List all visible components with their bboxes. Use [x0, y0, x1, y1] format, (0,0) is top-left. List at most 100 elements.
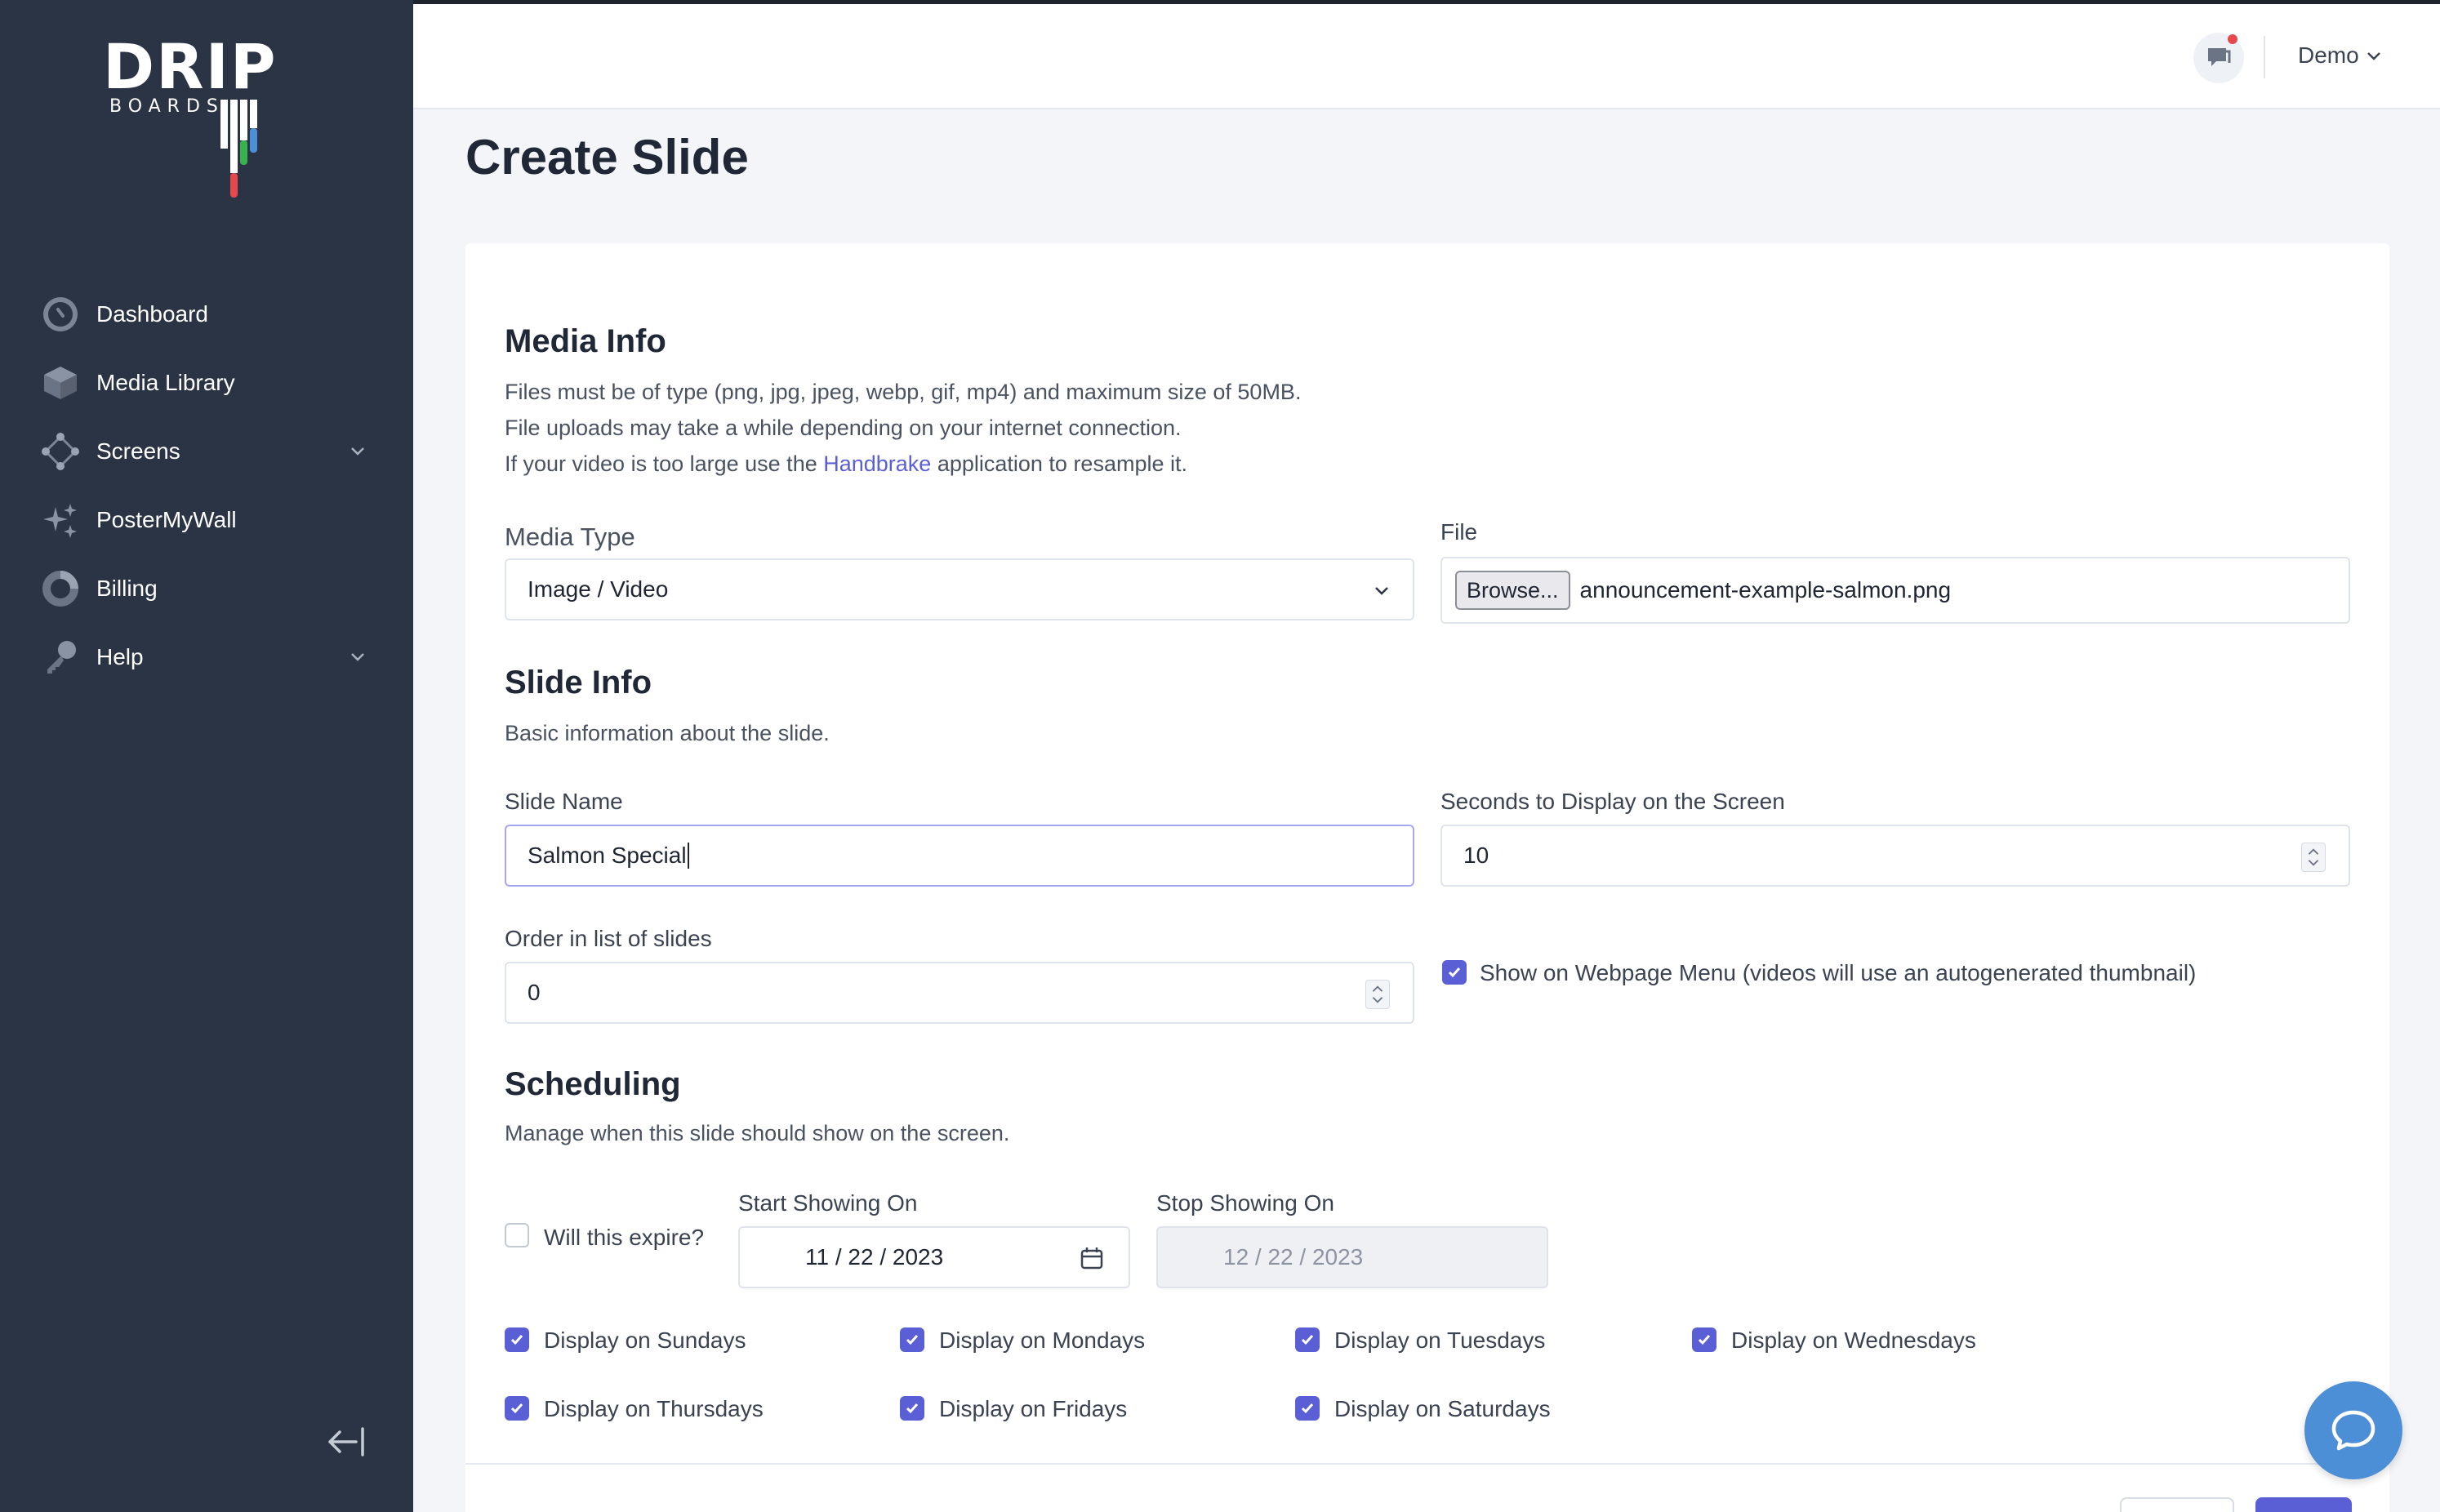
expire-label: Will this expire? — [544, 1225, 705, 1250]
start-date-value: 11 / 22 / 2023 — [805, 1244, 944, 1270]
chat-bubble-icon — [2331, 1410, 2375, 1451]
submit-button[interactable] — [2255, 1497, 2352, 1512]
browse-button[interactable]: Browse... — [1455, 571, 1570, 610]
media-type-select[interactable]: Image / Video — [505, 558, 1414, 620]
sidebar-item-dashboard[interactable]: Dashboard — [0, 280, 413, 349]
show-on-menu-checkbox[interactable] — [1442, 960, 1467, 985]
messages-button[interactable] — [2193, 33, 2244, 83]
user-menu[interactable]: Demo — [2298, 42, 2384, 69]
scheduling-description: Manage when this slide should show on th… — [505, 1121, 1010, 1145]
slide-name-input[interactable]: Salmon Special — [505, 825, 1414, 887]
sparkles-icon — [39, 499, 82, 541]
nodes-icon — [39, 430, 82, 473]
seconds-input[interactable]: 10 — [1440, 825, 2350, 887]
sidebar-item-screens[interactable]: Screens — [0, 417, 413, 486]
sidebar-nav: Dashboard Media Library Screens PosterMy… — [0, 280, 413, 692]
file-types-note: Files must be of type (png, jpg, jpeg, w… — [505, 380, 1302, 404]
resample-note-suffix: application to resample it. — [931, 451, 1187, 476]
chevron-down-icon[interactable] — [348, 442, 367, 461]
donut-chart-icon — [39, 567, 82, 610]
resample-note: If your video is too large use the Handb… — [505, 446, 1301, 482]
monday-label: Display on Mondays — [939, 1327, 1146, 1353]
tuesday-label: Display on Tuesdays — [1334, 1327, 1546, 1353]
order-label: Order in list of slides — [505, 926, 712, 951]
checkmark-icon — [1301, 1335, 1314, 1345]
stop-date-input: 12 / 22 / 2023 — [1156, 1226, 1548, 1288]
checkmark-icon — [906, 1403, 919, 1414]
notification-dot — [2228, 34, 2237, 44]
form-footer-divider — [465, 1463, 2389, 1465]
handbrake-link[interactable]: Handbrake — [823, 451, 931, 476]
selected-file-name: announcement-example-salmon.png — [1579, 577, 1952, 603]
chat-bubble-icon — [2208, 48, 2231, 66]
checkmark-icon — [906, 1335, 919, 1345]
start-date-input[interactable]: 11 / 22 / 2023 — [738, 1226, 1130, 1288]
sidebar-item-label: Billing — [96, 576, 158, 601]
sidebar: DRIP BOARDS Dashboard Media Library Scre… — [0, 0, 413, 1512]
key-icon — [39, 636, 82, 678]
tuesday-checkbox[interactable] — [1295, 1327, 1320, 1352]
file-label: File — [1440, 519, 1478, 545]
order-input[interactable]: 0 — [505, 962, 1414, 1024]
slide-info-description: Basic information about the slide. — [505, 721, 830, 745]
dripboards-logo[interactable]: DRIP BOARDS — [103, 30, 299, 198]
chevron-down-icon — [2367, 52, 2380, 60]
sidebar-item-label: Dashboard — [96, 301, 208, 327]
sidebar-item-label: PosterMyWall — [96, 507, 237, 532]
logo-subtitle: BOARDS — [109, 96, 225, 117]
number-spinner-icon[interactable] — [1365, 980, 1390, 1009]
friday-checkbox[interactable] — [900, 1396, 924, 1421]
sidebar-item-media-library[interactable]: Media Library — [0, 349, 413, 417]
wednesday-label: Display on Wednesdays — [1731, 1327, 1976, 1353]
calendar-icon[interactable] — [1080, 1246, 1104, 1270]
seconds-label: Seconds to Display on the Screen — [1440, 789, 1785, 814]
chevron-down-icon[interactable] — [348, 647, 367, 667]
sunday-checkbox[interactable] — [505, 1327, 529, 1352]
expire-checkbox[interactable] — [505, 1223, 529, 1247]
sidebar-item-postermywall[interactable]: PosterMyWall — [0, 486, 413, 554]
number-spinner-icon[interactable] — [2301, 843, 2326, 872]
file-input[interactable]: Browse... announcement-example-salmon.pn… — [1440, 557, 2350, 624]
media-info-description: Files must be of type (png, jpg, jpeg, w… — [505, 374, 1301, 482]
saturday-checkbox[interactable] — [1295, 1396, 1320, 1421]
support-chat-button[interactable] — [2304, 1381, 2402, 1479]
show-on-menu-label: Show on Webpage Menu (videos will use an… — [1480, 960, 2197, 985]
monday-checkbox[interactable] — [900, 1327, 924, 1352]
collapse-left-icon[interactable] — [325, 1424, 367, 1460]
seconds-value: 10 — [1463, 843, 1489, 868]
cube-icon — [39, 362, 82, 404]
sidebar-item-label: Media Library — [96, 370, 235, 395]
resample-note-prefix: If your video is too large use the — [505, 451, 824, 476]
stop-date-value: 12 / 22 / 2023 — [1223, 1244, 1364, 1270]
saturday-label: Display on Saturdays — [1334, 1396, 1551, 1421]
thursday-checkbox[interactable] — [505, 1396, 529, 1421]
stop-date-label: Stop Showing On — [1156, 1190, 1334, 1216]
page-title: Create Slide — [465, 130, 749, 185]
checkmark-icon — [1301, 1403, 1314, 1414]
header-divider — [2264, 36, 2265, 78]
order-value: 0 — [528, 980, 541, 1005]
sidebar-item-help[interactable]: Help — [0, 623, 413, 692]
logo-wordmark: DRIP — [103, 30, 278, 103]
sidebar-item-label: Screens — [96, 438, 180, 464]
sidebar-item-label: Help — [96, 644, 144, 669]
checkmark-icon — [1698, 1335, 1711, 1345]
friday-label: Display on Fridays — [939, 1396, 1128, 1421]
thursday-label: Display on Thursdays — [544, 1396, 764, 1421]
media-type-label: Media Type — [505, 523, 635, 551]
media-info-heading: Media Info — [505, 323, 666, 359]
checkmark-icon — [510, 1335, 523, 1345]
upload-time-note: File uploads may take a while depending … — [505, 416, 1182, 440]
sidebar-item-billing[interactable]: Billing — [0, 554, 413, 623]
media-type-value: Image / Video — [528, 576, 669, 602]
text-caret — [687, 843, 689, 869]
chevron-down-icon — [1375, 587, 1388, 595]
cancel-button[interactable] — [2120, 1497, 2234, 1512]
checkmark-icon — [510, 1403, 523, 1414]
logo-drips-icon — [220, 100, 257, 198]
scheduling-heading: Scheduling — [505, 1066, 681, 1102]
slide-name-label: Slide Name — [505, 789, 623, 814]
top-bar — [413, 0, 2440, 109]
checkmark-icon — [1448, 967, 1461, 978]
wednesday-checkbox[interactable] — [1692, 1327, 1716, 1352]
